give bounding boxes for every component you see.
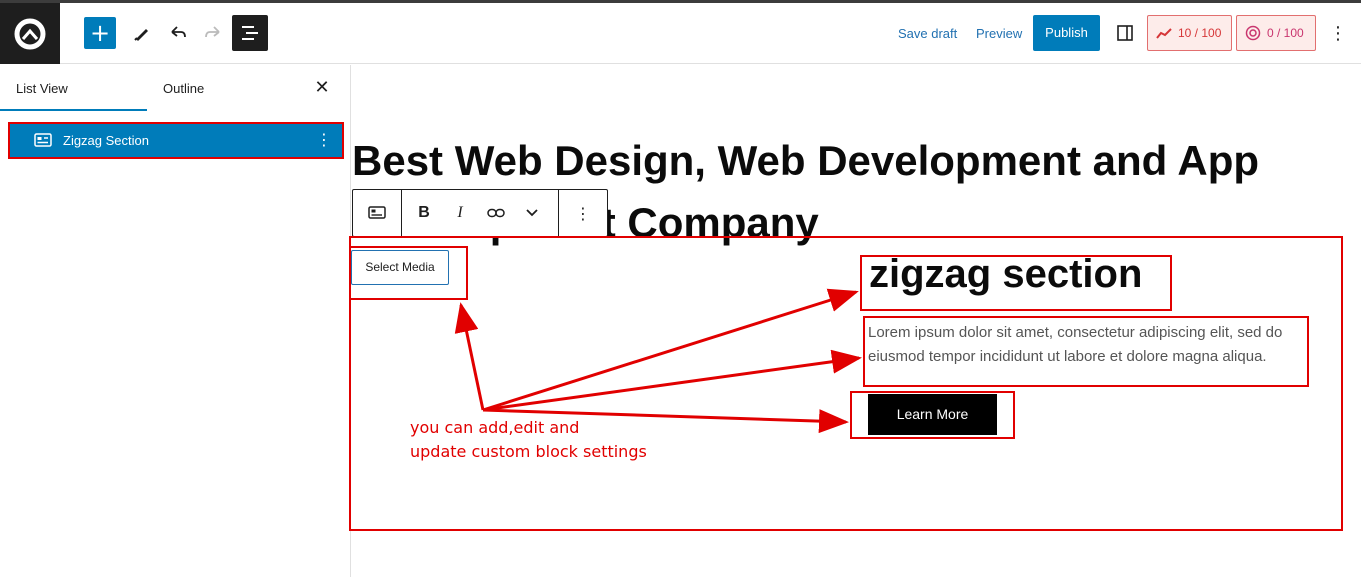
block-toolbar: B I ⋮ xyxy=(352,189,608,237)
zigzag-text[interactable]: Lorem ipsum dolor sit amet, consectetur … xyxy=(868,321,1313,369)
zigzag-title[interactable]: zigzag section xyxy=(869,252,1142,297)
editor-canvas: Best Web Design, Web Development and App… xyxy=(349,65,1361,577)
bold-icon[interactable]: B xyxy=(406,190,442,236)
more-vertical-icon[interactable]: ⋮ xyxy=(316,130,332,149)
publish-button[interactable]: Publish xyxy=(1033,15,1100,51)
redo-icon[interactable] xyxy=(197,17,229,49)
close-icon[interactable]: ✕ xyxy=(312,77,332,99)
list-item-label: Zigzag Section xyxy=(63,133,149,148)
toolbar-block-type xyxy=(353,190,402,236)
sidebar-toggle-icon[interactable] xyxy=(1109,17,1141,49)
seo-score-text: 10 / 100 xyxy=(1178,26,1222,40)
save-draft-button[interactable]: Save draft xyxy=(898,26,957,41)
ai-icon xyxy=(1245,25,1261,41)
pen-icon[interactable] xyxy=(126,17,158,49)
list-item-zigzag-section[interactable]: Zigzag Section ⋮ xyxy=(8,122,344,159)
link-icon[interactable] xyxy=(478,190,514,236)
editor-header: + Save draft Preview Publish 10 / 100 0 … xyxy=(0,3,1361,64)
undo-icon[interactable] xyxy=(162,17,194,49)
annotation-text: you can add,edit and update custom block… xyxy=(410,418,647,461)
block-icon[interactable] xyxy=(359,190,395,236)
list-view-icon[interactable] xyxy=(232,15,268,51)
more-vertical-icon[interactable]: ⋮ xyxy=(1322,17,1354,49)
toolbar-format: B I xyxy=(402,190,559,236)
more-vertical-icon[interactable]: ⋮ xyxy=(565,190,601,236)
seo-score-badge[interactable]: 10 / 100 xyxy=(1147,15,1232,51)
active-tab-indicator xyxy=(0,109,147,111)
tab-outline[interactable]: Outline xyxy=(163,65,204,112)
tab-list-view[interactable]: List View xyxy=(16,65,68,112)
ai-score-badge[interactable]: 0 / 100 xyxy=(1236,15,1316,51)
learn-more-button[interactable]: Learn More xyxy=(868,394,997,435)
list-view-sidebar: List View Outline ✕ Zigzag Section ⋮ xyxy=(0,65,351,577)
preview-button[interactable]: Preview xyxy=(976,26,1022,41)
seo-chart-icon xyxy=(1156,28,1172,39)
toolbar-options: ⋮ xyxy=(559,190,607,236)
block-icon xyxy=(34,133,52,147)
select-media-button[interactable]: Select Media xyxy=(351,250,449,285)
plus-icon[interactable]: + xyxy=(84,17,116,49)
wordpress-logo-icon[interactable] xyxy=(0,3,60,64)
italic-icon[interactable]: I xyxy=(442,190,478,236)
ai-score-text: 0 / 100 xyxy=(1267,26,1304,40)
chevron-down-icon[interactable] xyxy=(514,190,550,236)
